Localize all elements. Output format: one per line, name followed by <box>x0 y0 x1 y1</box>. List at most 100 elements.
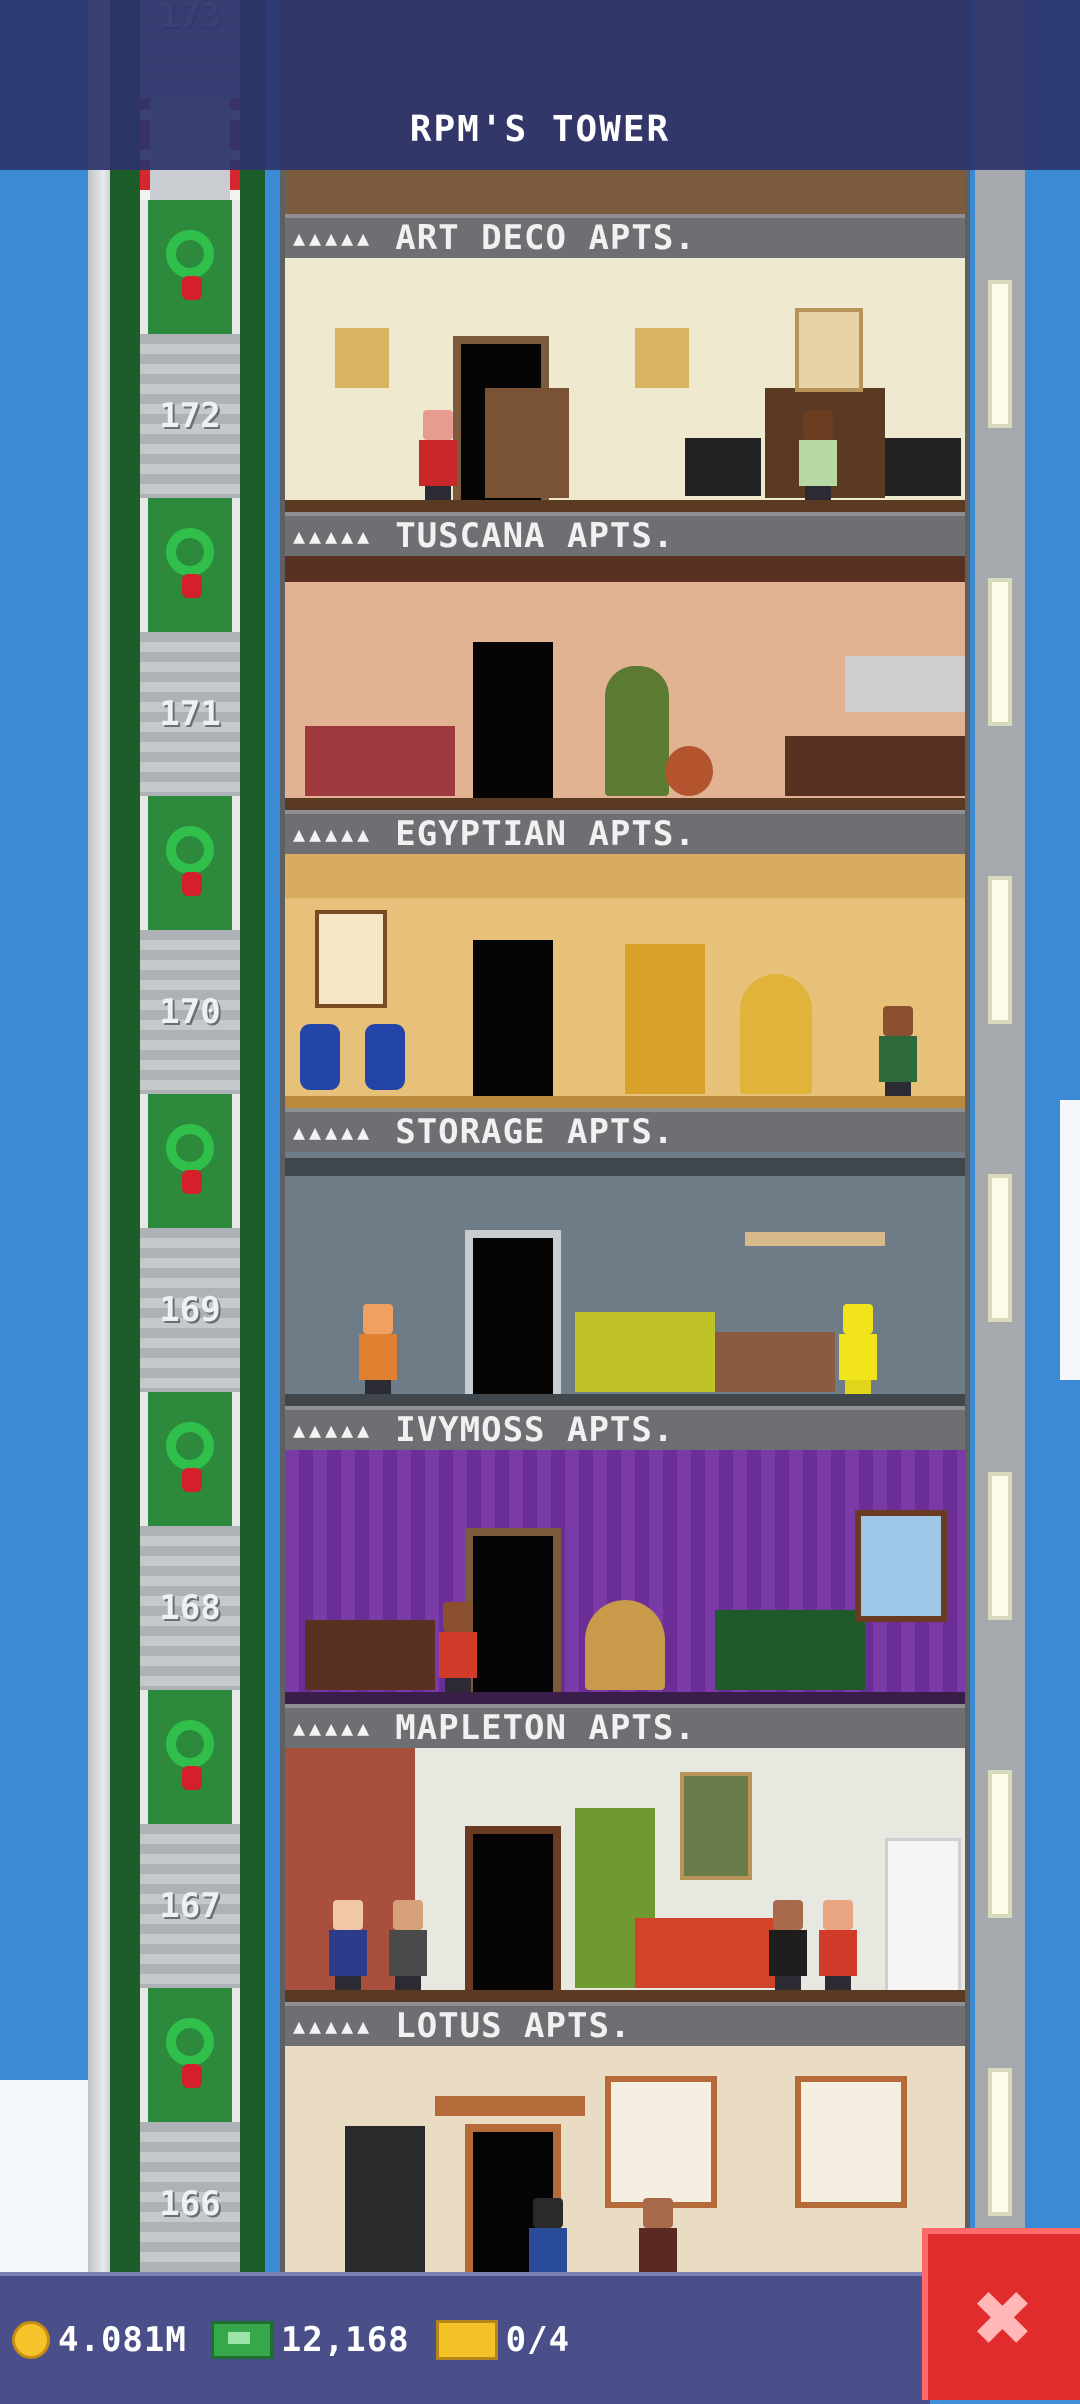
bitizen[interactable] <box>795 410 841 500</box>
bitizen[interactable] <box>875 1006 921 1096</box>
close-icon: ✖ <box>973 2258 1035 2376</box>
elevator-cell[interactable]: 170 <box>140 796 240 1094</box>
wreath-icon <box>140 498 240 632</box>
floor-name: STORAGE APTS. <box>395 1112 675 1152</box>
star-icons: ▲▲▲▲▲ <box>293 1120 374 1144</box>
star-icons: ▲▲▲▲▲ <box>293 524 374 548</box>
ceiling-pipe <box>285 1158 965 1176</box>
blue-vase <box>365 1024 405 1090</box>
wreath-icon <box>140 1690 240 1824</box>
room <box>285 2046 965 2300</box>
ceiling-beam <box>285 556 965 582</box>
shelf <box>745 1232 885 1246</box>
bitizen[interactable] <box>835 1304 881 1394</box>
wall-light <box>988 876 1012 1024</box>
bitizen[interactable] <box>355 1304 401 1394</box>
sofa <box>305 726 455 796</box>
wall-light <box>988 1472 1012 1620</box>
elevator-cell[interactable]: 172 <box>140 200 240 498</box>
tower-title: RPM'S TOWER <box>409 109 671 150</box>
wall-sconce <box>635 328 689 388</box>
flower-painting <box>795 308 863 392</box>
boxes <box>715 1332 835 1392</box>
floor-name: LOTUS APTS. <box>395 2006 632 2046</box>
bitizen[interactable] <box>815 1900 861 1990</box>
floor-number: 169 <box>140 1228 240 1392</box>
bitizen[interactable] <box>385 1900 431 1990</box>
shoji-window <box>605 2076 717 2208</box>
floor-number: 172 <box>140 334 240 498</box>
wreath-icon <box>140 200 240 334</box>
floor-lotus[interactable]: ▲▲▲▲▲ LOTUS APTS. <box>285 2002 965 2300</box>
floor-label: ▲▲▲▲▲ TUSCANA APTS. <box>285 512 965 556</box>
bux-icon <box>210 2321 273 2359</box>
wreath-icon <box>140 1094 240 1228</box>
fridge <box>885 1838 961 1994</box>
door <box>465 1826 561 1994</box>
window <box>855 1510 947 1622</box>
title-bar: RPM'S TOWER <box>0 0 1080 170</box>
bitizen[interactable] <box>435 1602 481 1692</box>
cloud <box>1060 1100 1080 1380</box>
status-bar: 4.081M 12,168 0/4 <box>0 2272 930 2404</box>
floor-label: ▲▲▲▲▲ MAPLETON APTS. <box>285 1704 965 1748</box>
cloud <box>0 2080 90 2280</box>
floor-art-deco[interactable]: ▲▲▲▲▲ ART DECO APTS. <box>285 214 965 512</box>
bitizen[interactable] <box>765 1900 811 1990</box>
star-icons: ▲▲▲▲▲ <box>293 1418 374 1442</box>
close-button[interactable]: ✖ <box>922 2228 1080 2400</box>
room <box>285 854 965 1108</box>
floor-name: IVYMOSS APTS. <box>395 1410 675 1450</box>
star-icons: ▲▲▲▲▲ <box>293 1716 374 1740</box>
bitizen[interactable] <box>325 1900 371 1990</box>
red-sofa <box>635 1918 785 1988</box>
baseboard <box>285 1692 965 1704</box>
floor-number: 168 <box>140 1526 240 1690</box>
bitizen[interactable] <box>415 410 461 500</box>
floor-tuscana[interactable]: ▲▲▲▲▲ TUSCANA APTS. <box>285 512 965 810</box>
elevator-cell[interactable]: 168 <box>140 1392 240 1690</box>
wall-light <box>988 578 1012 726</box>
baseboard <box>285 1394 965 1406</box>
floor-mapleton[interactable]: ▲▲▲▲▲ MAPLETON APTS. <box>285 1704 965 2002</box>
room <box>285 556 965 810</box>
floor-egyptian[interactable]: ▲▲▲▲▲ EGYPTIAN APTS. <box>285 810 965 1108</box>
floor-label: ▲▲▲▲▲ STORAGE APTS. <box>285 1108 965 1152</box>
floor-number: 166 <box>140 2122 240 2286</box>
elevator-cell[interactable]: 171 <box>140 498 240 796</box>
wall-sconce <box>335 328 389 388</box>
gold-mirror <box>740 974 812 1094</box>
elevator-cell[interactable]: 169 <box>140 1094 240 1392</box>
room <box>285 258 965 512</box>
star-icons: ▲▲▲▲▲ <box>293 226 374 250</box>
floor-name: ART DECO APTS. <box>395 218 696 258</box>
floor-name: MAPLETON APTS. <box>395 1708 696 1748</box>
floor-label: ▲▲▲▲▲ ART DECO APTS. <box>285 214 965 258</box>
baseboard <box>285 798 965 810</box>
elevator-cell[interactable]: 167 <box>140 1690 240 1988</box>
wall-light <box>988 1770 1012 1918</box>
star-icons: ▲▲▲▲▲ <box>293 822 374 846</box>
floor-label: ▲▲▲▲▲ EGYPTIAN APTS. <box>285 810 965 854</box>
wall-light <box>988 280 1012 428</box>
topiary <box>605 666 669 796</box>
bux-count: 12,168 <box>280 2320 410 2360</box>
elevator-cell[interactable]: 166 <box>140 1988 240 2286</box>
wreath-icon <box>140 1988 240 2122</box>
sideboard <box>785 736 965 796</box>
room <box>285 1152 965 1406</box>
coin-icon <box>12 2321 50 2359</box>
baseboard <box>285 1096 965 1108</box>
floor-number: 171 <box>140 632 240 796</box>
floor-number: 170 <box>140 930 240 1094</box>
floor-ivymoss[interactable]: ▲▲▲▲▲ IVYMOSS APTS. <box>285 1406 965 1704</box>
wood-beam <box>435 2096 585 2116</box>
floor-storage[interactable]: ▲▲▲▲▲ STORAGE APTS. <box>285 1108 965 1406</box>
baseboard <box>285 1990 965 2002</box>
cabinet <box>845 656 965 712</box>
door <box>465 932 561 1100</box>
throne <box>625 944 705 1094</box>
chair <box>685 438 761 496</box>
deer <box>485 388 569 498</box>
wall-light <box>988 2068 1012 2216</box>
